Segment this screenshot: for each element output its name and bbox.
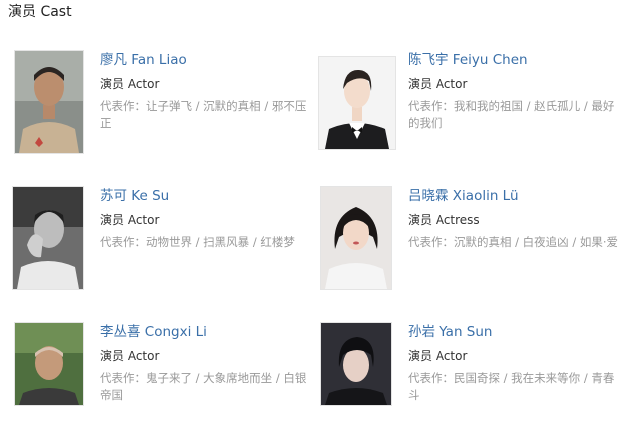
- works-label: 代表作：: [100, 235, 146, 249]
- actor-photo[interactable]: [320, 322, 392, 406]
- cast-card: 孙岩 Yan Sun 演员 Actor 代表作：民国奇探 / 我在未来等你 / …: [320, 322, 630, 442]
- cast-card: 陈飞宇 Feiyu Chen 演员 Actor 代表作：我和我的祖国 / 赵氏孤…: [318, 50, 628, 170]
- works-label: 代表作：: [408, 235, 454, 249]
- works-list: 沉默的真相 / 白夜追凶 / 如果·爱: [454, 235, 619, 249]
- actor-role: 演员 Actor: [100, 349, 160, 363]
- works-list: 动物世界 / 扫黑风暴 / 红楼梦: [146, 235, 295, 249]
- actor-works: 代表作：鬼子来了 / 大象席地而坐 / 白银帝国: [100, 370, 314, 404]
- actor-works: 代表作：我和我的祖国 / 赵氏孤儿 / 最好的我们: [408, 98, 620, 132]
- actor-works: 代表作：动物世界 / 扫黑风暴 / 红楼梦: [100, 234, 312, 251]
- actor-role: 演员 Actor: [100, 77, 160, 91]
- actor-photo[interactable]: [318, 56, 396, 150]
- works-label: 代表作：: [100, 371, 146, 385]
- actor-works: 代表作：沉默的真相 / 白夜追凶 / 如果·爱: [408, 234, 622, 251]
- works-label: 代表作：: [100, 99, 146, 113]
- works-label: 代表作：: [408, 371, 454, 385]
- cast-card: 苏可 Ke Su 演员 Actor 代表作：动物世界 / 扫黑风暴 / 红楼梦: [12, 186, 322, 306]
- actor-name[interactable]: 李丛喜 Congxi Li: [100, 322, 314, 342]
- actor-name[interactable]: 吕晓霖 Xiaolin Lü: [408, 186, 622, 206]
- cast-card: 廖凡 Fan Liao 演员 Actor 代表作：让子弹飞 / 沉默的真相 / …: [14, 50, 324, 170]
- actor-photo[interactable]: [320, 186, 392, 290]
- actor-role: 演员 Actor: [408, 349, 468, 363]
- actor-photo[interactable]: [12, 186, 84, 290]
- actor-name[interactable]: 孙岩 Yan Sun: [408, 322, 622, 342]
- actor-name[interactable]: 廖凡 Fan Liao: [100, 50, 314, 70]
- actor-role: 演员 Actor: [100, 213, 160, 227]
- section-title: 演员 Cast: [8, 4, 72, 20]
- actor-photo[interactable]: [14, 322, 84, 406]
- cast-card: 李丛喜 Congxi Li 演员 Actor 代表作：鬼子来了 / 大象席地而坐…: [14, 322, 324, 442]
- actor-role: 演员 Actress: [408, 213, 480, 227]
- works-label: 代表作：: [408, 99, 454, 113]
- actor-works: 代表作：让子弹飞 / 沉默的真相 / 邪不压正: [100, 98, 314, 132]
- cast-card: 吕晓霖 Xiaolin Lü 演员 Actress 代表作：沉默的真相 / 白夜…: [320, 186, 630, 306]
- actor-works: 代表作：民国奇探 / 我在未来等你 / 青春斗: [408, 370, 622, 404]
- actor-name[interactable]: 陈飞宇 Feiyu Chen: [408, 50, 620, 70]
- actor-role: 演员 Actor: [408, 77, 468, 91]
- actor-name[interactable]: 苏可 Ke Su: [100, 186, 312, 206]
- actor-photo[interactable]: [14, 50, 84, 154]
